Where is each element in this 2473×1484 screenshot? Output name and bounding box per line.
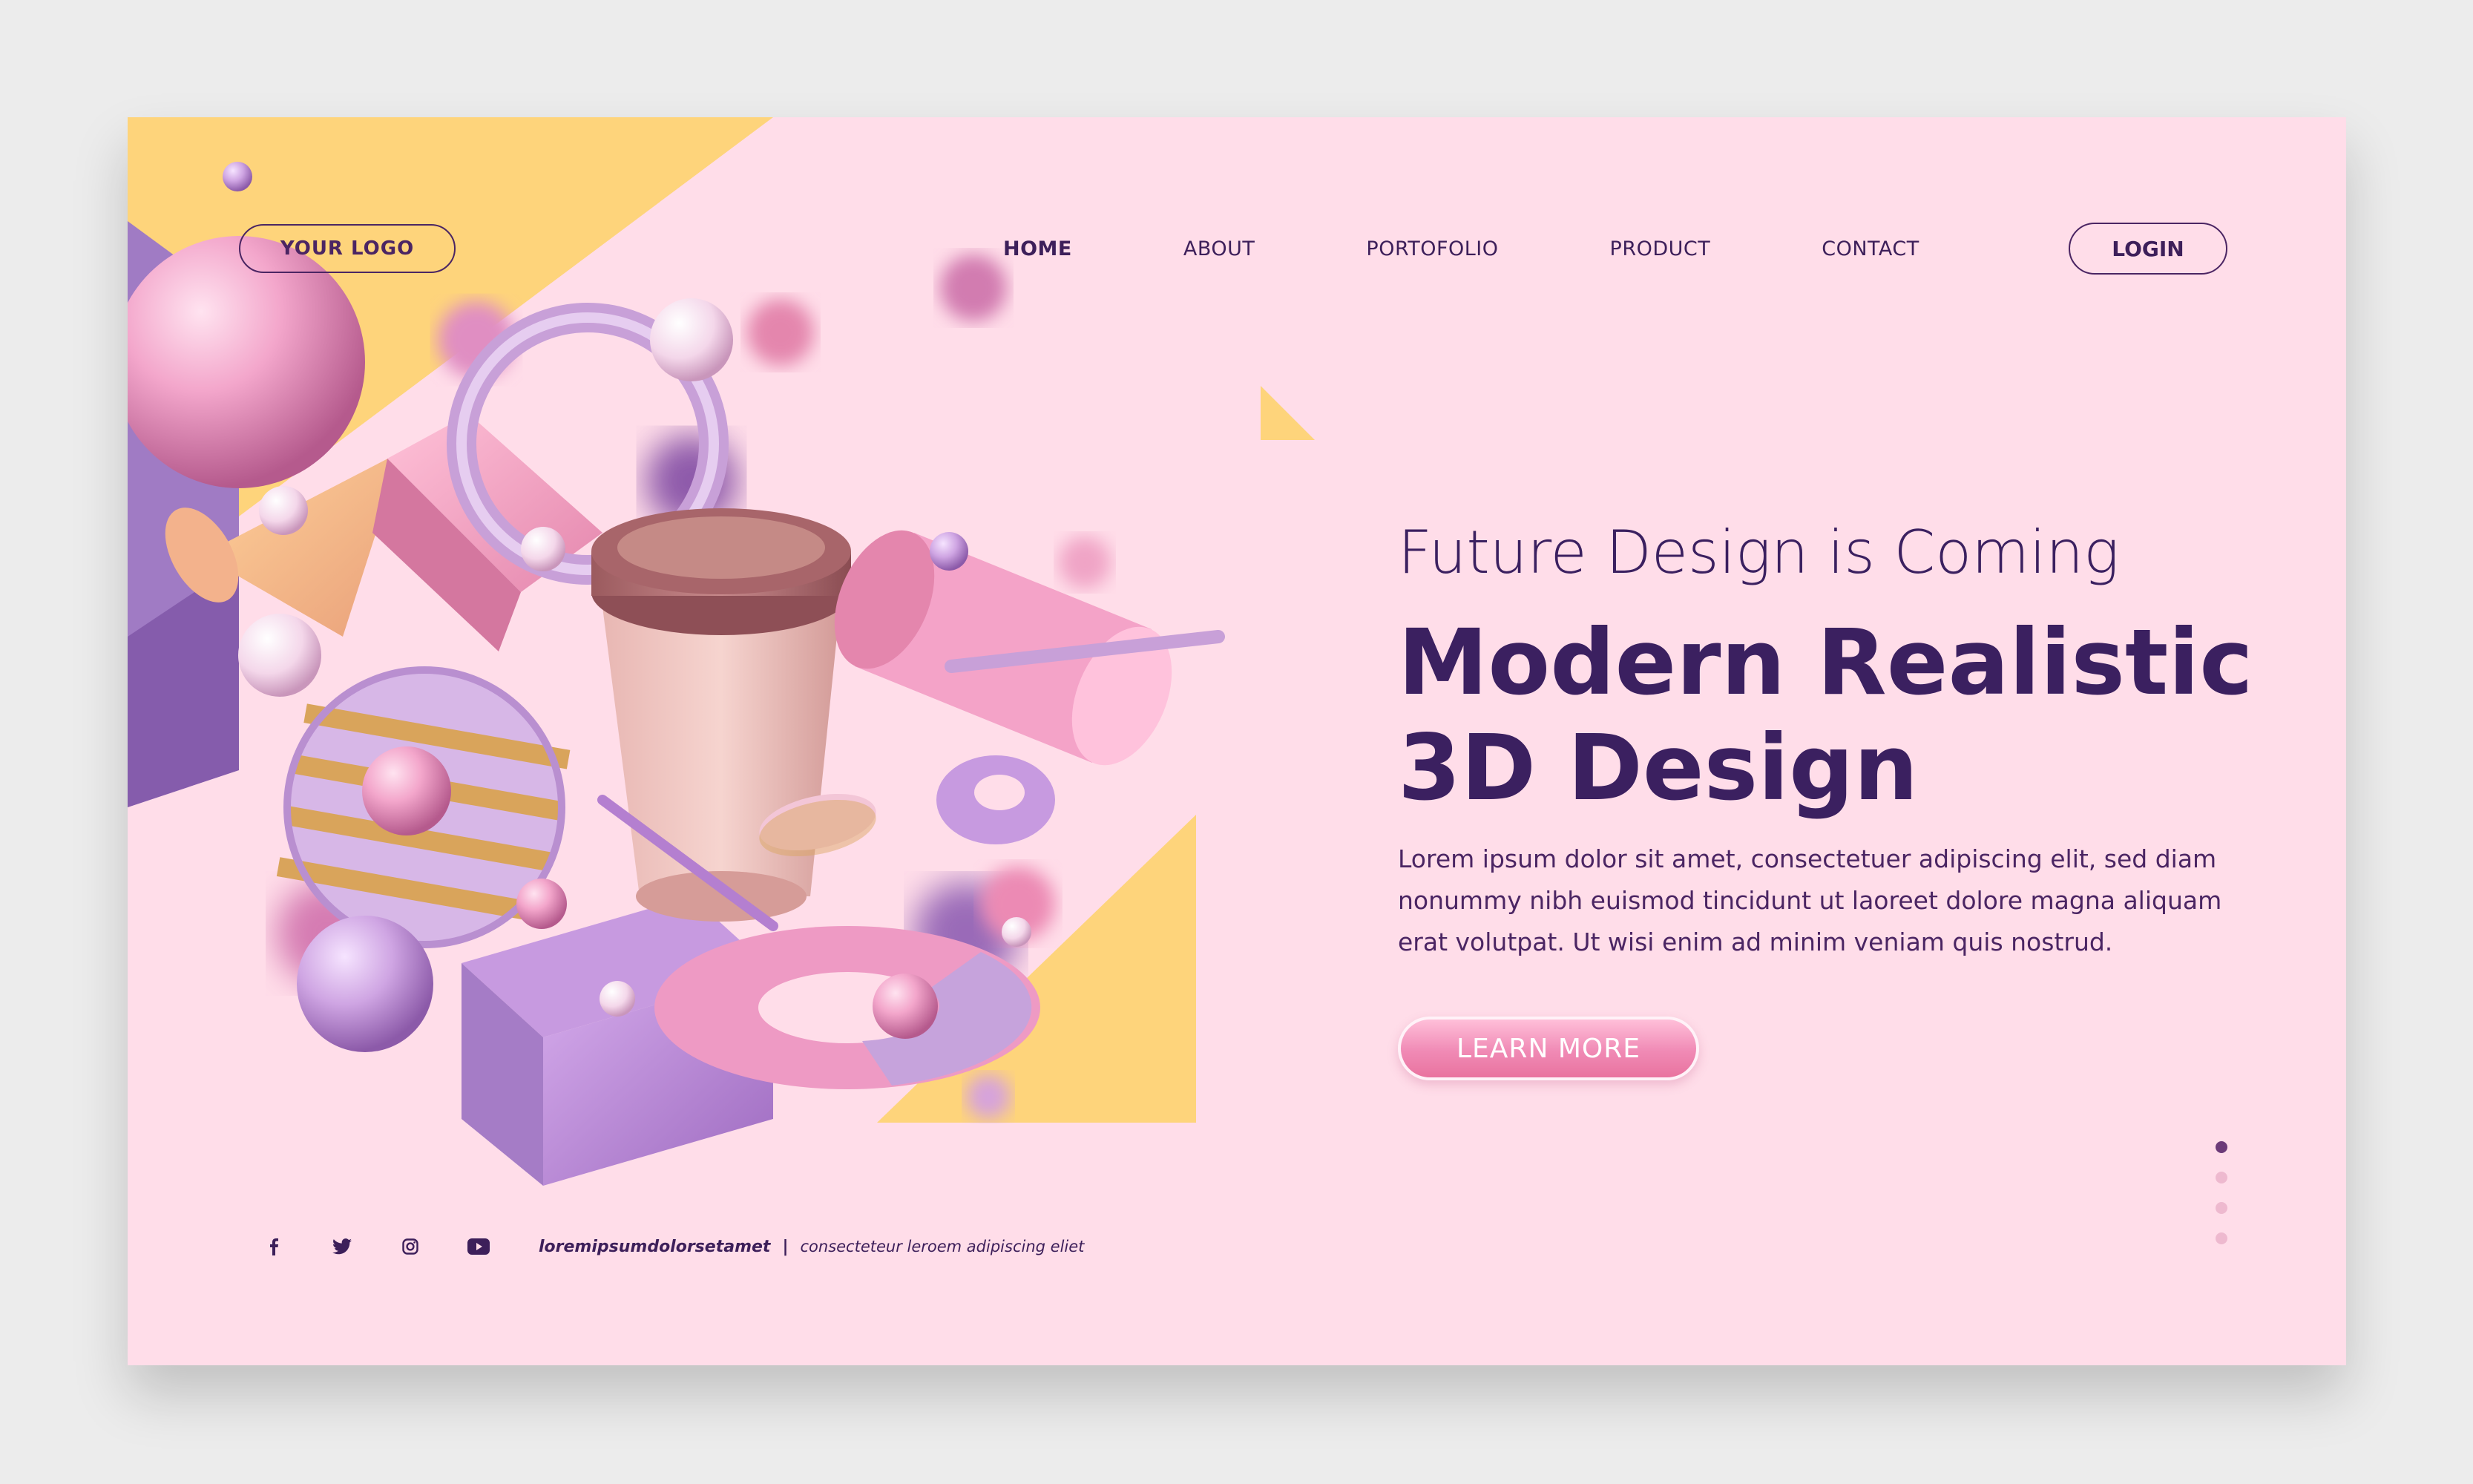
main-nav: HOME ABOUT PORTOFOLIO PRODUCT CONTACT [1003, 223, 2031, 275]
footer-text-bold: loremipsumdolorsetamet [539, 1237, 771, 1256]
pagination-dot[interactable] [2216, 1141, 2227, 1153]
facebook-icon[interactable] [261, 1234, 286, 1259]
footer-bar: loremipsumdolorsetamet | consecteteur le… [261, 1232, 1084, 1261]
nav-contact[interactable]: CONTACT [1822, 237, 1919, 260]
youtube-icon[interactable] [466, 1234, 491, 1259]
login-button[interactable]: LOGIN [2069, 223, 2227, 275]
nav-portofolio[interactable]: PORTOFOLIO [1366, 237, 1498, 260]
hero-title-line2: 3D Design [1398, 715, 1919, 821]
landing-page: YOUR LOGO HOME ABOUT PORTOFOLIO PRODUCT … [128, 117, 2346, 1365]
nav-home[interactable]: HOME [1003, 237, 1072, 260]
pagination-dot[interactable] [2216, 1232, 2227, 1244]
learn-more-button[interactable]: LEARN MORE [1398, 1017, 1699, 1080]
footer-text-light: consecteteur leroem adipiscing eliet [800, 1238, 1085, 1255]
hero-title-line1: Modern Realistic [1398, 610, 2253, 715]
logo[interactable]: YOUR LOGO [239, 224, 456, 273]
pagination-dot[interactable] [2216, 1202, 2227, 1214]
pagination-dot[interactable] [2216, 1172, 2227, 1183]
slide-pagination [2216, 1141, 2227, 1244]
footer-separator: | [782, 1237, 789, 1256]
nav-about[interactable]: ABOUT [1183, 237, 1255, 260]
hero-description: Lorem ipsum dolor sit amet, consectetuer… [1398, 844, 2222, 956]
instagram-icon[interactable] [398, 1234, 423, 1259]
twitter-icon[interactable] [329, 1234, 355, 1259]
hero-title: Modern Realistic 3D Design [1398, 610, 2253, 821]
hero-subtitle: Future Design is Coming [1398, 518, 2120, 587]
nav-product[interactable]: PRODUCT [1610, 237, 1711, 260]
